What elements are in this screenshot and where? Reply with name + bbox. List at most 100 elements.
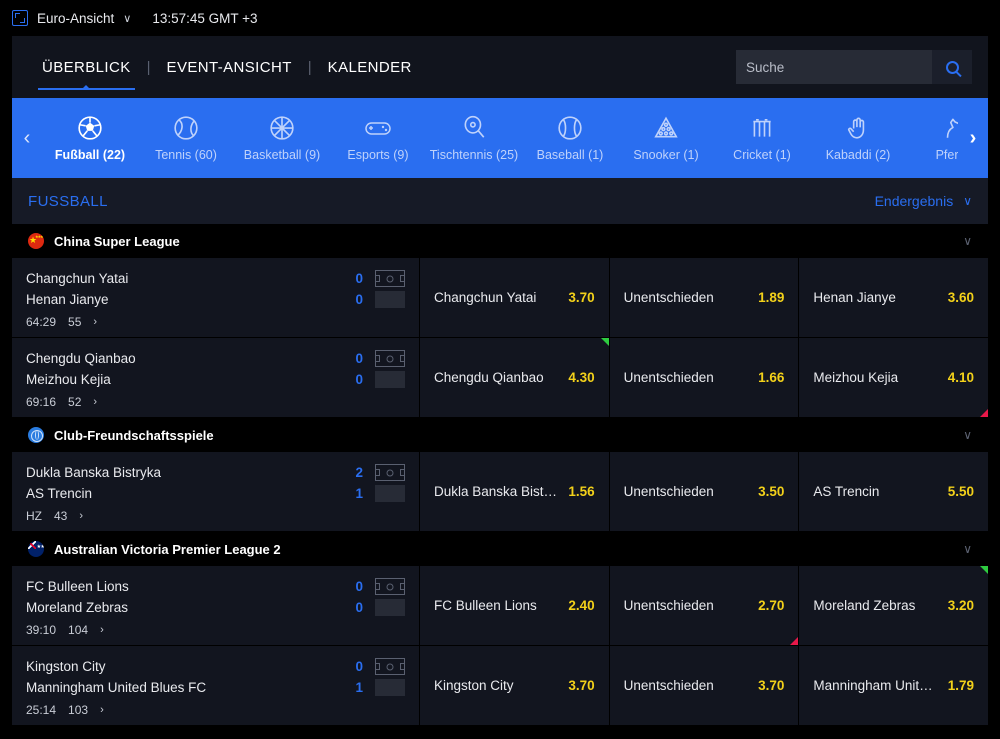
euro-view-label[interactable]: Euro-Ansicht bbox=[37, 11, 114, 26]
sport-item-snooker-1[interactable]: Snooker (1) bbox=[618, 98, 714, 178]
sport-item-baseball-1[interactable]: Baseball (1) bbox=[522, 98, 618, 178]
search-input[interactable] bbox=[736, 50, 932, 84]
away-team-name: Manningham United Blues FC bbox=[26, 680, 207, 695]
league-header[interactable]: Australian Victoria Premier League 2 ∨ bbox=[12, 532, 988, 566]
sport-item-tennis-60[interactable]: Tennis (60) bbox=[138, 98, 234, 178]
market-selector[interactable]: Endergebnis ∨ bbox=[875, 193, 972, 209]
odds-cell[interactable]: Moreland Zebras 3.20 bbox=[799, 566, 989, 645]
sports-next-arrow[interactable]: › bbox=[958, 127, 988, 150]
odds-cell[interactable]: Meizhou Kejia 4.10 bbox=[799, 338, 989, 417]
odds-cell[interactable]: Kingston City 3.70 bbox=[420, 646, 610, 725]
home-team-row: FC Bulleen Lions 0 bbox=[26, 576, 405, 597]
horse-icon bbox=[941, 115, 958, 141]
match-info[interactable]: Chengdu Qianbao 0 Meizhou Kejia 0 69:16 bbox=[12, 338, 420, 417]
stats-box-cell[interactable] bbox=[371, 371, 405, 388]
away-team-name: Henan Jianye bbox=[26, 292, 109, 307]
sport-item-tischtennis-25[interactable]: Tischtennis (25) bbox=[426, 98, 522, 178]
sport-item-fu-ball-22[interactable]: Fußball (22) bbox=[42, 98, 138, 178]
home-team-row: Dukla Banska Bistryka 2 bbox=[26, 462, 405, 483]
match-info[interactable]: Changchun Yatai 0 Henan Jianye 0 64:29 5… bbox=[12, 258, 420, 337]
away-team-row: Manningham United Blues FC 1 bbox=[26, 677, 405, 698]
match-clock: 39:10 bbox=[26, 623, 57, 637]
odds-selection-name: FC Bulleen Lions bbox=[434, 598, 537, 613]
chevron-right-icon[interactable]: › bbox=[79, 510, 83, 522]
odds-cell[interactable]: Unentschieden 3.50 bbox=[610, 452, 800, 531]
odds-value: 3.50 bbox=[758, 484, 785, 499]
tennis-ball-icon bbox=[173, 115, 199, 141]
league-header[interactable]: Club-Freundschaftsspiele ∨ bbox=[12, 418, 988, 452]
tab-event-ansicht[interactable]: EVENT-ANSICHT bbox=[153, 36, 306, 98]
odds-cell[interactable]: Manningham Unit… 1.79 bbox=[799, 646, 988, 725]
sport-item-cricket-1[interactable]: Cricket (1) bbox=[714, 98, 810, 178]
pitch-icon-cell[interactable] bbox=[371, 464, 405, 481]
odds-cell[interactable]: Chengdu Qianbao 4.30 bbox=[420, 338, 610, 417]
sport-item-label: Pferde bbox=[935, 147, 958, 162]
odds-cell[interactable]: Unentschieden 1.66 bbox=[610, 338, 800, 417]
match-meta: 69:16 52 › bbox=[26, 395, 405, 409]
sport-item-esports-9[interactable]: Esports (9) bbox=[330, 98, 426, 178]
away-team-name: AS Trencin bbox=[26, 486, 93, 501]
match-row[interactable]: Chengdu Qianbao 0 Meizhou Kejia 0 69:16 bbox=[12, 338, 989, 418]
odds-cell[interactable]: Dukla Banska Bist… 1.56 bbox=[420, 452, 610, 531]
match-row[interactable]: Kingston City 0 Manningham United Blues … bbox=[12, 646, 988, 726]
category-bar: FUSSBALL Endergebnis ∨ bbox=[12, 178, 988, 224]
chevron-down-icon[interactable]: ∨ bbox=[963, 234, 972, 248]
sport-item-label: Fußball (22) bbox=[54, 147, 126, 162]
status-bar: Euro-Ansicht ∨ 13:57:45 GMT +3 bbox=[0, 0, 1000, 36]
chevron-right-icon[interactable]: › bbox=[93, 396, 97, 408]
odds-selection-name: Manningham Unit… bbox=[813, 678, 933, 693]
home-team-name: Dukla Banska Bistryka bbox=[26, 465, 162, 480]
sports-prev-arrow[interactable]: ‹ bbox=[12, 127, 42, 150]
home-team-name: Chengdu Qianbao bbox=[26, 351, 136, 366]
pitch-icon-cell[interactable] bbox=[371, 350, 405, 367]
stats-placeholder-icon bbox=[375, 679, 405, 696]
stats-box-cell[interactable] bbox=[371, 679, 405, 696]
odds-cell[interactable]: Unentschieden 3.70 bbox=[610, 646, 800, 725]
match-row[interactable]: Dukla Banska Bistryka 2 AS Trencin 1 HZ bbox=[12, 452, 988, 532]
stats-box-cell[interactable] bbox=[371, 485, 405, 502]
betting-live-page: Euro-Ansicht ∨ 13:57:45 GMT +3 ÜBERBLICK… bbox=[0, 0, 1000, 739]
sport-item-label: Kabaddi (2) bbox=[825, 147, 891, 162]
sport-item-basketball-9[interactable]: Basketball (9) bbox=[234, 98, 330, 178]
match-row[interactable]: FC Bulleen Lions 0 Moreland Zebras 0 39: bbox=[12, 566, 989, 646]
chevron-right-icon[interactable]: › bbox=[100, 624, 104, 636]
odds-cell[interactable]: Henan Jianye 3.60 bbox=[799, 258, 988, 337]
match-info[interactable]: Dukla Banska Bistryka 2 AS Trencin 1 HZ bbox=[12, 452, 420, 531]
odds-cell[interactable]: Unentschieden 1.89 bbox=[610, 258, 800, 337]
league-header[interactable]: China Super League ∨ bbox=[12, 224, 988, 258]
home-team-name: FC Bulleen Lions bbox=[26, 579, 129, 594]
odds-selection-name: Unentschieden bbox=[623, 290, 714, 305]
sport-item-kabaddi-2[interactable]: Kabaddi (2) bbox=[810, 98, 906, 178]
odds-cell[interactable]: Changchun Yatai 3.70 bbox=[420, 258, 610, 337]
match-info[interactable]: Kingston City 0 Manningham United Blues … bbox=[12, 646, 420, 725]
match-row[interactable]: Changchun Yatai 0 Henan Jianye 0 64:29 5… bbox=[12, 258, 988, 338]
sport-item-pferde[interactable]: Pferde bbox=[906, 98, 958, 178]
tab-separator: | bbox=[307, 58, 312, 76]
main-navbar: ÜBERBLICK | EVENT-ANSICHT | KALENDER bbox=[12, 36, 988, 98]
pitch-icon-cell[interactable] bbox=[371, 270, 405, 287]
stats-box-cell[interactable] bbox=[371, 291, 405, 308]
tab-kalender[interactable]: KALENDER bbox=[314, 36, 426, 98]
pitch-icon-cell[interactable] bbox=[371, 658, 405, 675]
odds-cell[interactable]: Unentschieden 2.70 bbox=[610, 566, 800, 645]
chevron-down-icon[interactable]: ∨ bbox=[123, 13, 131, 25]
odds-cell[interactable]: AS Trencin 5.50 bbox=[799, 452, 988, 531]
search-button[interactable] bbox=[932, 50, 972, 84]
euro-view-icon[interactable] bbox=[12, 10, 28, 26]
tab-uberblick[interactable]: ÜBERBLICK bbox=[28, 36, 145, 98]
match-info[interactable]: FC Bulleen Lions 0 Moreland Zebras 0 39: bbox=[12, 566, 420, 645]
home-team-score: 0 bbox=[355, 659, 363, 674]
away-team-score: 0 bbox=[355, 600, 363, 615]
chevron-right-icon[interactable]: › bbox=[93, 316, 97, 328]
odds-down-indicator bbox=[790, 637, 799, 645]
away-team-row: Henan Jianye 0 bbox=[26, 289, 405, 310]
chevron-down-icon[interactable]: ∨ bbox=[963, 428, 972, 442]
stats-box-cell[interactable] bbox=[371, 599, 405, 616]
match-minute: 104 bbox=[68, 623, 89, 637]
odds-cell[interactable]: FC Bulleen Lions 2.40 bbox=[420, 566, 610, 645]
home-team-score: 0 bbox=[355, 579, 363, 594]
pitch-icon-cell[interactable] bbox=[371, 578, 405, 595]
chevron-down-icon[interactable]: ∨ bbox=[963, 542, 972, 556]
chevron-right-icon[interactable]: › bbox=[100, 704, 104, 716]
home-team-name: Changchun Yatai bbox=[26, 271, 129, 286]
